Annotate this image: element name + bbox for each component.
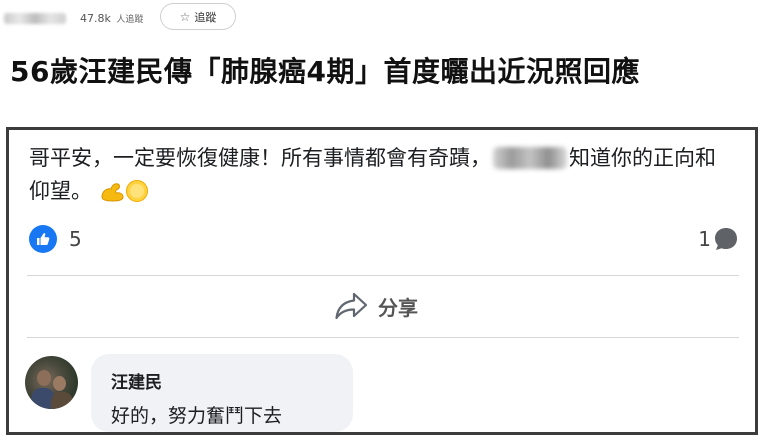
avatar[interactable]: [25, 356, 78, 409]
followers-count: 47.8k: [80, 11, 111, 25]
article-headline: 56歲汪建民傳「肺腺癌4期」首度曬出近況照回應: [10, 55, 640, 88]
comment-body: 哥平安，一定要恢復健康！所有事情都會有奇蹟， 知道你的正向和仰望。: [29, 142, 729, 208]
star-icon: ☆: [179, 9, 191, 24]
reply-bubble: 汪建民 好的，努力奮鬥下去: [91, 354, 353, 432]
comment-text-part-1: 哥平安，一定要恢復健康！所有事情都會有奇蹟，: [29, 146, 491, 170]
thumbs-up-icon: [29, 225, 57, 253]
flexed-biceps-icon: [101, 183, 124, 202]
follow-button-label: 追蹤: [194, 10, 217, 24]
like-summary[interactable]: 5: [29, 224, 82, 254]
facebook-comment-card: 哥平安，一定要恢復健康！所有事情都會有奇蹟， 知道你的正向和仰望。 5 1 分享…: [6, 127, 758, 435]
share-button[interactable]: 分享: [334, 288, 418, 324]
followers-suffix: 人追蹤: [116, 14, 144, 25]
like-count: 5: [69, 227, 82, 251]
share-label: 分享: [378, 295, 418, 320]
divider-bottom: [27, 337, 739, 338]
sun-icon: [125, 180, 148, 202]
blurred-author-name: [4, 12, 66, 24]
follow-button[interactable]: ☆ 追蹤: [160, 3, 236, 30]
reply-author-name[interactable]: 汪建民: [111, 368, 333, 393]
comment-count: 1: [698, 227, 711, 251]
reply-text: 好的，努力奮鬥下去: [111, 405, 283, 427]
comment-bubble-icon: [715, 228, 737, 250]
followers-info: 47.8k 人追蹤: [80, 12, 143, 25]
comment-count-summary[interactable]: 1: [698, 224, 739, 254]
reply-comment: 汪建民 好的，努力奮鬥下去: [25, 352, 745, 432]
blurred-mention: [493, 147, 567, 169]
divider-top: [27, 275, 739, 276]
emoji-group: [99, 179, 149, 203]
share-arrow-icon: [335, 292, 368, 320]
